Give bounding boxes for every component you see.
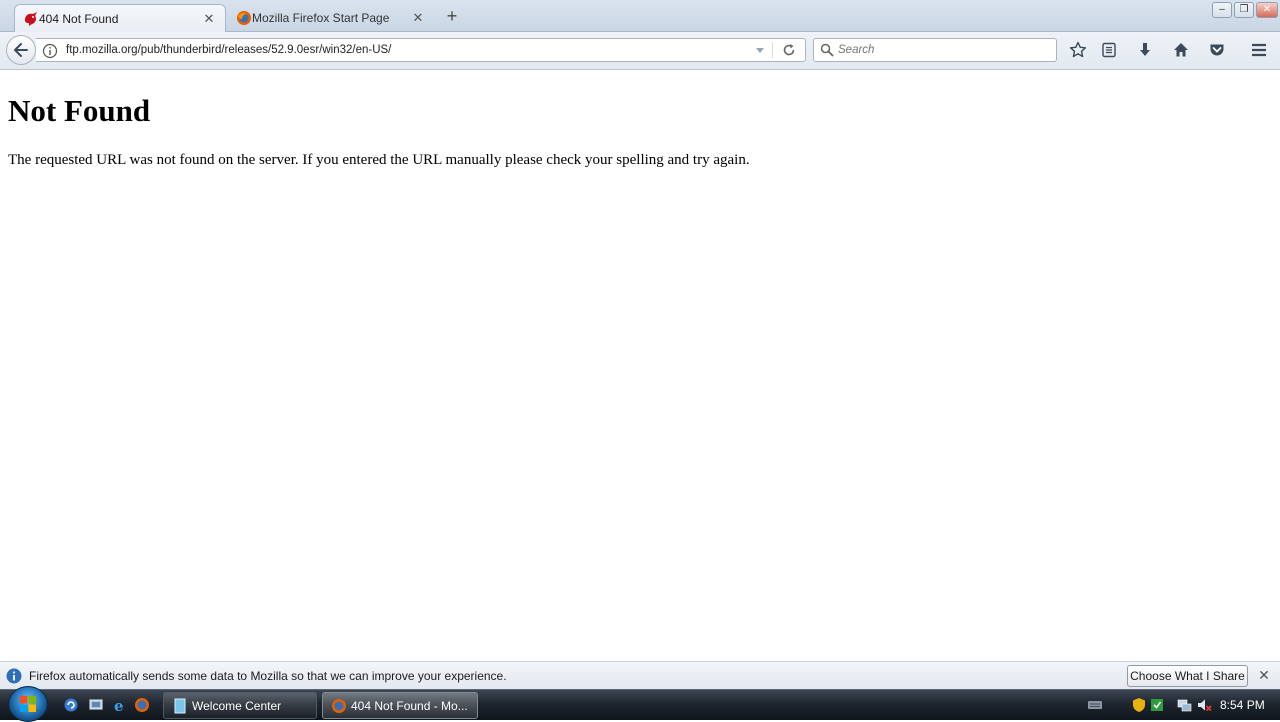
volume-muted-icon[interactable] bbox=[1196, 697, 1212, 713]
keyboard-icon[interactable] bbox=[1087, 697, 1103, 713]
info-icon bbox=[6, 668, 22, 684]
windows-logo-icon bbox=[20, 696, 36, 712]
windows-update-icon[interactable] bbox=[1149, 697, 1165, 713]
svg-text:e: e bbox=[114, 697, 124, 713]
taskbar-button-firefox[interactable]: 404 Not Found - Mo... bbox=[322, 692, 478, 719]
taskbar-button-label: Welcome Center bbox=[192, 698, 282, 713]
tab-mozilla-start-page[interactable]: Mozilla Firefox Start Page ✕ bbox=[228, 4, 434, 32]
hamburger-menu-icon[interactable] bbox=[1249, 40, 1269, 60]
url-dropdown-icon[interactable] bbox=[753, 43, 767, 57]
security-shield-icon[interactable] bbox=[1131, 697, 1147, 713]
firefox-quicklaunch-icon[interactable] bbox=[134, 697, 150, 713]
home-icon[interactable] bbox=[1171, 40, 1191, 60]
downloads-icon[interactable] bbox=[1135, 40, 1155, 60]
choose-what-i-share-button[interactable]: Choose What I Share bbox=[1127, 665, 1248, 687]
system-clock[interactable]: 8:54 PM bbox=[1220, 698, 1265, 712]
tab-label: 404 Not Found bbox=[39, 11, 119, 26]
search-icon bbox=[820, 43, 834, 57]
page-content: Not Found The requested URL was not foun… bbox=[0, 71, 1280, 661]
ie-refresh-quicklaunch-icon[interactable] bbox=[63, 697, 79, 713]
pocket-icon[interactable] bbox=[1207, 40, 1227, 60]
windows-taskbar: e Welcome Center 404 Not Found - Mo... 8… bbox=[0, 686, 1280, 722]
tab-strip: 404 Not Found ✕ Mozilla Firefox Start Pa… bbox=[0, 0, 1280, 32]
thunderbird-icon bbox=[25, 12, 37, 26]
site-info-icon[interactable] bbox=[42, 43, 58, 59]
taskbar-button-label: 404 Not Found - Mo... bbox=[351, 698, 468, 713]
url-bar[interactable] bbox=[36, 38, 806, 62]
start-button[interactable] bbox=[8, 686, 48, 722]
bookmark-star-icon[interactable] bbox=[1068, 40, 1088, 60]
welcome-center-icon bbox=[174, 698, 186, 714]
restore-button[interactable]: ❐ bbox=[1234, 2, 1254, 18]
tab-close-icon[interactable]: ✕ bbox=[410, 10, 426, 26]
error-message: The requested URL was not found on the s… bbox=[8, 152, 750, 168]
data-sharing-notification: Firefox automatically sends some data to… bbox=[0, 661, 1280, 689]
tab-label: Mozilla Firefox Start Page bbox=[252, 11, 390, 25]
new-tab-button[interactable]: + bbox=[440, 6, 464, 28]
back-button[interactable] bbox=[6, 35, 36, 65]
tab-close-icon[interactable]: ✕ bbox=[201, 11, 217, 27]
taskbar-button-welcome-center[interactable]: Welcome Center bbox=[163, 692, 317, 719]
notification-close-icon[interactable]: ✕ bbox=[1256, 667, 1272, 683]
page-heading: Not Found bbox=[8, 93, 151, 128]
search-bar[interactable] bbox=[813, 38, 1057, 62]
tab-404-not-found[interactable]: 404 Not Found ✕ bbox=[14, 4, 226, 32]
minimize-button[interactable]: – bbox=[1212, 2, 1232, 18]
search-input[interactable] bbox=[838, 42, 1048, 58]
network-icon[interactable] bbox=[1176, 697, 1192, 713]
url-input[interactable] bbox=[66, 41, 746, 59]
navigation-toolbar bbox=[0, 32, 1280, 70]
reload-icon[interactable] bbox=[781, 42, 797, 58]
firefox-icon bbox=[332, 699, 346, 713]
internet-explorer-icon[interactable]: e bbox=[112, 697, 128, 713]
notification-message: Firefox automatically sends some data to… bbox=[29, 669, 507, 683]
close-window-button[interactable]: ✕ bbox=[1256, 2, 1278, 18]
back-arrow-icon bbox=[14, 43, 28, 57]
firefox-icon bbox=[237, 11, 251, 25]
bookmarks-menu-icon[interactable] bbox=[1099, 40, 1119, 60]
show-desktop-icon[interactable] bbox=[88, 697, 104, 713]
url-separator bbox=[772, 42, 773, 58]
